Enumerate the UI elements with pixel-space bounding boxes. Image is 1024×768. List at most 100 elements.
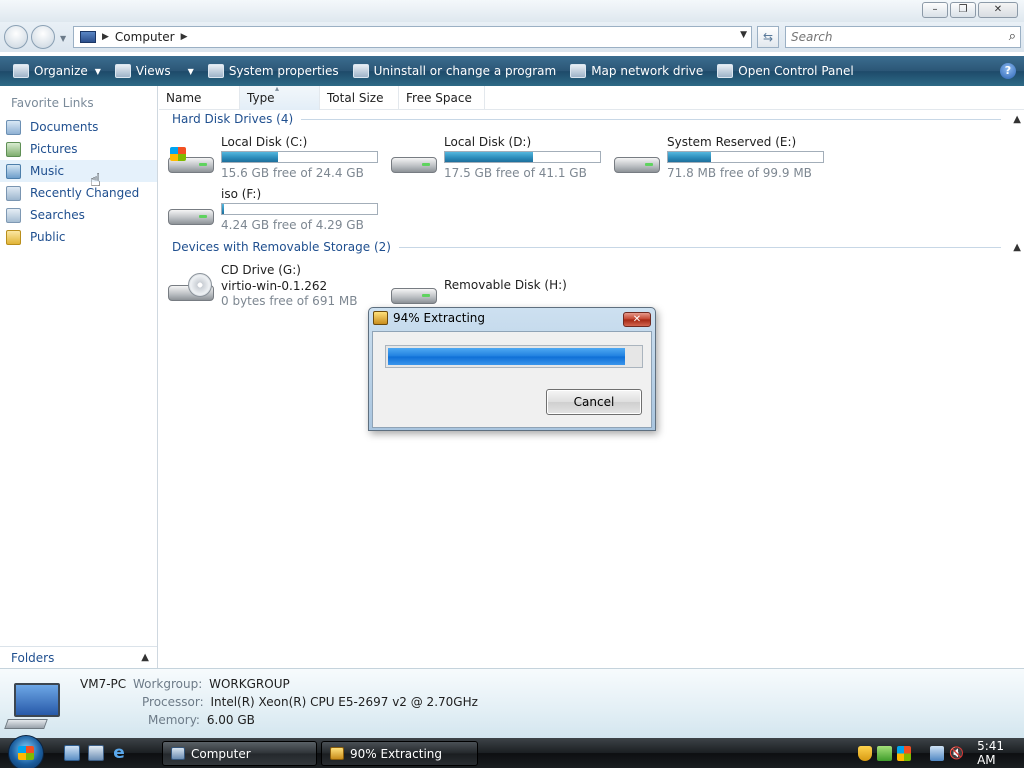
organize-icon [13, 64, 29, 78]
drive-g-cd[interactable]: CD Drive (G:) virtio-win-0.1.262 0 bytes… [168, 263, 388, 309]
start-button[interactable] [8, 735, 44, 768]
volume-muted-icon[interactable]: 🔇 [949, 746, 964, 761]
uninstall-program-button[interactable]: Uninstall or change a program [346, 56, 564, 86]
chevron-down-icon: ▼ [187, 66, 194, 76]
drive-f[interactable]: iso (F:) 4.24 GB free of 4.29 GB [168, 187, 388, 233]
group-header-hard-disks[interactable]: Hard Disk Drives (4) ▲ [172, 112, 1021, 126]
chevron-up-icon: ▲ [141, 652, 149, 663]
close-button[interactable]: ✕ [978, 2, 1018, 18]
pictures-icon [6, 141, 21, 157]
music-icon [6, 163, 21, 179]
breadcrumb-chevron-icon[interactable]: ▶ [181, 32, 188, 42]
system-properties-button[interactable]: System properties [201, 56, 346, 86]
command-bar: Organize ▼ Views ▼ System properties Unins… [0, 56, 1024, 86]
computer-icon [80, 31, 96, 43]
forward-button[interactable] [31, 25, 55, 49]
hard-drive-icon [168, 199, 214, 229]
documents-icon [6, 119, 21, 135]
dialog-title-bar[interactable]: 94% Extracting [373, 311, 485, 325]
taskbar-button-computer[interactable]: Computer [162, 741, 317, 766]
system-tray: 🔇 5:41 AM [856, 738, 1024, 768]
minimize-button[interactable]: – [922, 2, 948, 18]
window-title-bar: – ❐ ✕ [0, 0, 1024, 22]
cancel-button[interactable]: Cancel [546, 389, 642, 415]
drive-e[interactable]: System Reserved (E:) 71.8 MB free of 99.… [614, 135, 834, 181]
workgroup-value: WORKGROUP [209, 677, 290, 691]
column-header-type[interactable]: Type [240, 77, 320, 110]
recently-changed-icon [6, 185, 21, 201]
switch-windows-icon[interactable] [88, 745, 104, 761]
views-button[interactable]: Views ▼ [108, 56, 201, 86]
search-input[interactable] [786, 27, 986, 47]
computer-icon [4, 683, 62, 729]
security-center-icon[interactable] [877, 745, 892, 761]
archive-icon [330, 747, 344, 760]
sidebar-item-recently-changed[interactable]: Recently Changed [0, 182, 157, 204]
navigation-pane: Favorite Links Documents Pictures Music … [0, 86, 158, 668]
favorite-links-list: Documents Pictures Music Recently Change… [0, 116, 157, 248]
maximize-button[interactable]: ❐ [950, 2, 976, 18]
refresh-button[interactable]: ⇆ [757, 26, 779, 48]
sidebar-item-searches[interactable]: Searches [0, 204, 157, 226]
workgroup-label: Workgroup: [132, 677, 203, 691]
processor-value: Intel(R) Xeon(R) CPU E5-2697 v2 @ 2.70GH… [210, 695, 478, 709]
sidebar-item-music[interactable]: Music [0, 160, 157, 182]
hard-drive-icon [168, 147, 214, 177]
details-pane: VM7-PC Workgroup: WORKGROUP Processor: I… [0, 668, 1024, 738]
cd-disc-icon [188, 273, 212, 297]
help-icon[interactable]: ? [1000, 63, 1016, 79]
open-control-panel-button[interactable]: Open Control Panel [710, 56, 860, 86]
drive-usage-bar [221, 151, 378, 163]
clock[interactable]: 5:41 AM [977, 739, 1024, 767]
map-network-drive-button[interactable]: Map network drive [563, 56, 710, 86]
recent-pages-dropdown-icon[interactable]: ▼ [60, 34, 66, 43]
internet-explorer-icon[interactable]: e [111, 745, 127, 762]
public-folder-icon [6, 229, 21, 245]
search-icon[interactable]: ⌕ [1009, 29, 1016, 44]
network-icon[interactable] [929, 745, 945, 761]
windows-flag-icon[interactable] [896, 745, 911, 761]
extraction-progress-bar [385, 345, 643, 368]
column-header-free-space[interactable]: Free Space [399, 86, 485, 110]
chevron-up-icon[interactable]: ▲ [1013, 114, 1021, 125]
hard-drive-icon [614, 147, 660, 177]
taskbar: e Computer 90% Extracting 🔇 5:41 AM [0, 735, 1024, 768]
group-header-removable-storage[interactable]: Devices with Removable Storage (2) ▲ [172, 240, 1021, 254]
organize-button[interactable]: Organize ▼ [6, 56, 108, 86]
hard-drive-icon [391, 147, 437, 177]
computer-icon [171, 747, 185, 760]
dialog-body: Cancel [372, 331, 652, 428]
show-desktop-icon[interactable] [64, 745, 80, 761]
memory-label: Memory: [148, 713, 200, 727]
sidebar-item-pictures[interactable]: Pictures [0, 138, 157, 160]
search-box[interactable]: ⌕ [785, 26, 1021, 48]
breadcrumb-chevron-icon[interactable]: ▶ [102, 32, 109, 42]
control-panel-icon [717, 64, 734, 78]
sidebar-item-public[interactable]: Public [0, 226, 157, 248]
drive-d[interactable]: Local Disk (D:) 17.5 GB free of 41.1 GB [391, 135, 611, 181]
removable-drive-icon [391, 278, 437, 308]
chevron-up-icon[interactable]: ▲ [1013, 242, 1021, 253]
folders-toggle[interactable]: Folders ▲ [0, 646, 157, 668]
views-icon [114, 64, 131, 78]
back-button[interactable] [4, 25, 28, 49]
memory-value: 6.00 GB [206, 713, 255, 727]
processor-label: Processor: [142, 695, 204, 709]
address-dropdown-icon[interactable]: ▼ [740, 30, 747, 40]
column-header-total-size[interactable]: Total Size [320, 86, 399, 110]
archive-icon [373, 311, 388, 325]
drive-c[interactable]: Local Disk (C:) 15.6 GB free of 24.4 GB [168, 135, 388, 181]
security-shield-icon[interactable] [858, 745, 873, 761]
cd-drive-icon [168, 273, 214, 305]
uninstall-icon [352, 64, 369, 78]
chevron-down-icon: ▼ [94, 66, 101, 76]
dialog-close-button[interactable]: ✕ [623, 312, 651, 327]
column-header-name[interactable]: Name [159, 86, 240, 110]
sidebar-item-documents[interactable]: Documents [0, 116, 157, 138]
computer-name: VM7-PC [80, 677, 127, 691]
hand-cursor-icon: ☝ [90, 170, 101, 191]
address-bar[interactable]: ▶ Computer ▶ ▼ [73, 26, 752, 48]
drive-usage-bar [444, 151, 601, 163]
breadcrumb-computer[interactable]: Computer [115, 30, 175, 44]
taskbar-button-extracting[interactable]: 90% Extracting [321, 741, 478, 766]
